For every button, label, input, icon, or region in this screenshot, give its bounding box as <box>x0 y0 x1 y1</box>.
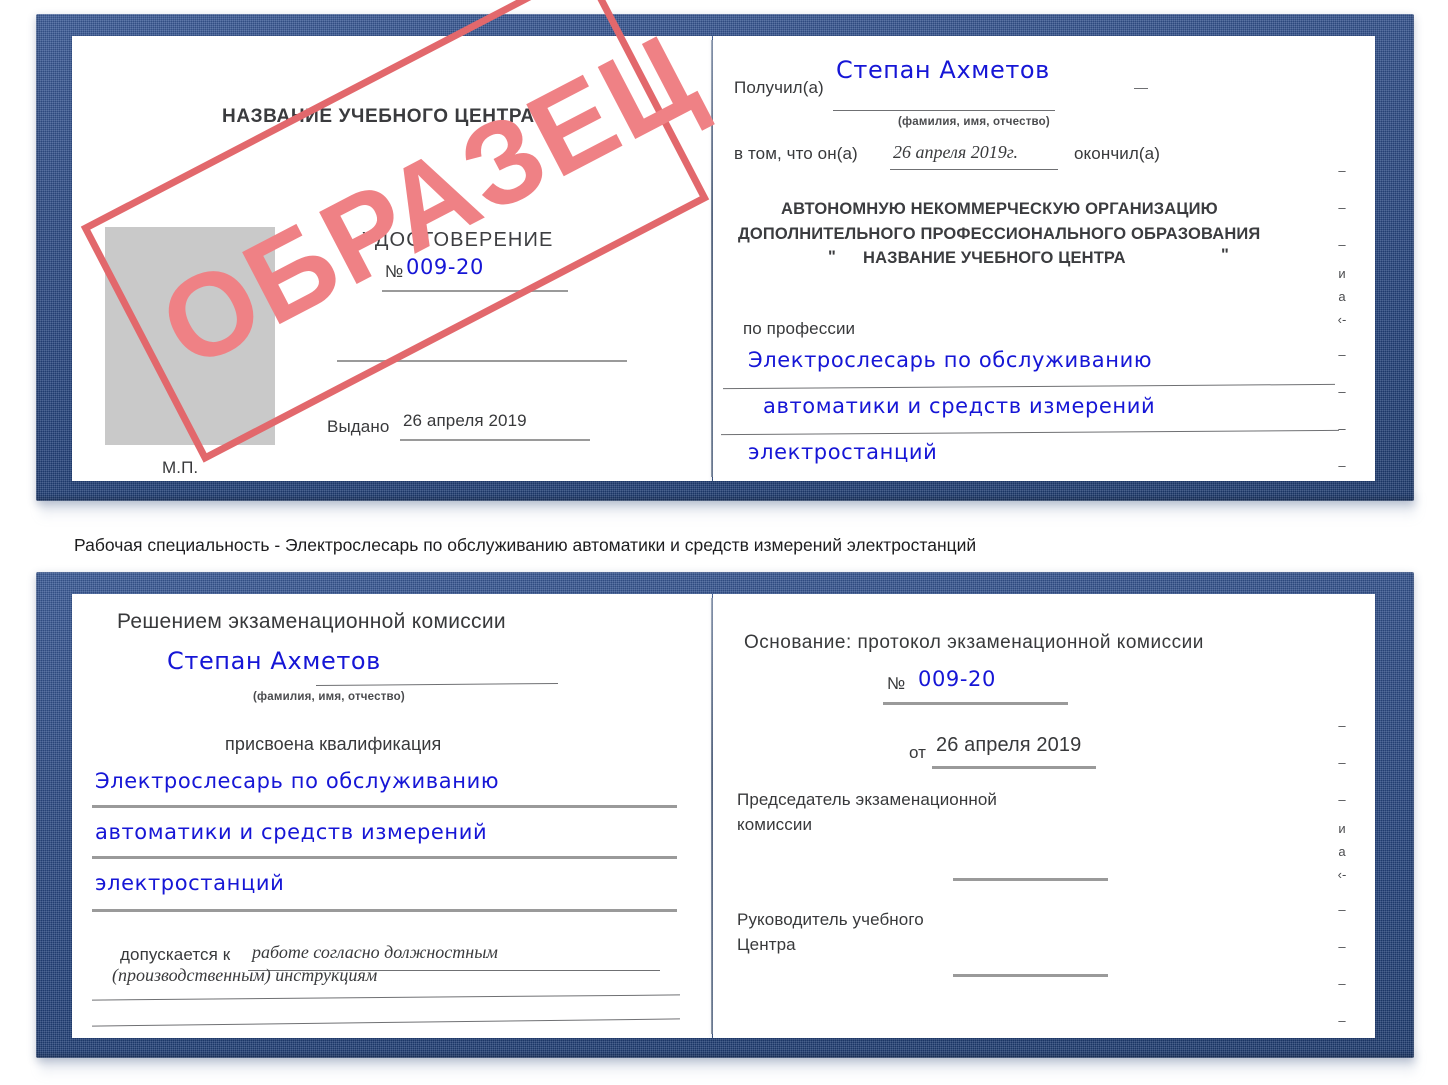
edge-mark: – <box>1338 200 1346 215</box>
caption-text: Рабочая специальность - Электрослесарь п… <box>74 535 977 555</box>
received-label-top: Получил(а) <box>734 78 824 97</box>
org-line-1: АВТОНОМНУЮ НЕКОММЕРЧЕСКУЮ ОРГАНИЗАЦИЮ <box>781 200 1218 218</box>
qualification-line-1: Электрослесарь по обслуживанию <box>95 769 500 793</box>
received-name-top: Степан Ахметов <box>836 56 1050 84</box>
commission-name-rule <box>315 682 559 687</box>
protocol-from-label: от <box>909 743 927 762</box>
protocol-number-label: № <box>887 674 906 693</box>
org-quote-close: " <box>1221 246 1229 264</box>
head-sign-rule <box>953 974 1108 977</box>
edge-mark: – <box>1338 458 1346 473</box>
edge-mark: и <box>1338 821 1346 836</box>
photo-placeholder <box>105 227 275 445</box>
number-rule-top <box>382 290 568 292</box>
org-line-2: ДОПОЛНИТЕЛЬНОГО ПРОФЕССИОНАЛЬНОГО ОБРАЗО… <box>738 225 1261 243</box>
qualification-rule-3 <box>92 909 677 912</box>
training-center-name-top: НАЗВАНИЕ УЧЕБНОГО ЦЕНТРА <box>222 106 535 127</box>
allowed-value-1: работе согласно должностным <box>252 942 498 962</box>
edge-mark: – <box>1338 902 1346 917</box>
edge-mark: – <box>1338 939 1346 954</box>
bottom-right-page: Основание: протокол экзаменационной коми… <box>713 594 1375 1038</box>
protocol-from-rule <box>932 766 1096 769</box>
commission-heading: Решением экзаменационной комиссии <box>117 610 506 633</box>
allowed-rule-3 <box>92 1018 680 1027</box>
in-that-date-top: 26 апреля 2019г. <box>893 142 1019 162</box>
qualification-line-2: автоматики и средств измерений <box>95 820 488 844</box>
qualification-rule-2 <box>92 856 677 859</box>
edge-mark: – <box>1338 1013 1346 1028</box>
protocol-number-rule <box>883 702 1068 705</box>
fio-hint-bottom: (фамилия, имя, отчество) <box>253 691 405 703</box>
basis-label: Основание: протокол экзаменационной коми… <box>744 632 1204 653</box>
profession-rule-1 <box>723 383 1335 390</box>
seal-label-top: М.П. <box>162 458 199 477</box>
received-rule-top-right <box>1134 88 1148 90</box>
protocol-number-value: 009-20 <box>918 667 996 691</box>
edge-mark: – <box>1338 163 1346 178</box>
allowed-rule-2 <box>92 994 680 1001</box>
edge-mark: – <box>1338 718 1346 733</box>
edge-mark: а <box>1338 844 1346 859</box>
received-rule-top <box>833 110 1055 112</box>
qualification-label: присвоена квалификация <box>225 734 442 754</box>
profession-line-3: электростанций <box>748 440 938 464</box>
profession-line-1: Электрослесарь по обслуживанию <box>748 348 1153 372</box>
org-quote-open: " <box>828 248 836 266</box>
bottom-left-page: Решением экзаменационной комиссии Степан… <box>72 594 712 1038</box>
profession-line-2: автоматики и средств измерений <box>763 394 1156 418</box>
in-that-rule-top <box>890 169 1058 171</box>
in-that-label-top: в том, что он(а) <box>734 144 858 163</box>
profession-rule-2 <box>721 429 1339 436</box>
edge-mark: – <box>1338 237 1346 252</box>
finished-label-top: окончил(а) <box>1074 144 1160 163</box>
allowed-value-2: (производственным) инструкциям <box>112 965 378 985</box>
allowed-label: допускается к <box>120 945 231 964</box>
chairman-line-1: Председатель экзаменационной <box>737 790 997 809</box>
edge-mark: – <box>1338 976 1346 991</box>
commission-name: Степан Ахметов <box>167 647 381 675</box>
head-line-1: Руководитель учебного <box>737 910 924 929</box>
edge-mark: ‹- <box>1337 867 1347 882</box>
qualification-rule-1 <box>92 805 677 808</box>
edge-mark: и <box>1338 266 1346 281</box>
edge-mark: – <box>1338 384 1346 399</box>
number-value-top: 009-20 <box>406 255 484 279</box>
blank-rule-top <box>337 360 627 362</box>
protocol-from-value: 26 апреля 2019 <box>936 734 1082 756</box>
number-label-top: № <box>385 262 404 281</box>
screenshot-root: НАЗВАНИЕ УЧЕБНОГО ЦЕНТРА УДОСТОВЕРЕНИЕ №… <box>0 0 1448 1085</box>
top-edge-marks: – – – и а ‹- – – – – <box>1329 164 1355 472</box>
issued-value-top: 26 апреля 2019 <box>403 411 527 430</box>
certificate-title-top: УДОСТОВЕРЕНИЕ <box>362 229 554 251</box>
head-line-2: Центра <box>737 935 796 954</box>
edge-mark: – <box>1338 421 1346 436</box>
qualification-line-3: электростанций <box>95 871 285 895</box>
edge-mark: – <box>1338 792 1346 807</box>
top-left-page: НАЗВАНИЕ УЧЕБНОГО ЦЕНТРА УДОСТОВЕРЕНИЕ №… <box>72 36 712 481</box>
org-line-3: НАЗВАНИЕ УЧЕБНОГО ЦЕНТРА <box>863 249 1126 267</box>
chairman-sign-rule <box>953 878 1108 881</box>
top-right-page: Получил(а) Степан Ахметов (фамилия, имя,… <box>713 36 1375 481</box>
bottom-edge-marks: – – – и а ‹- – – – – <box>1329 719 1355 1027</box>
chairman-line-2: комиссии <box>737 815 813 834</box>
issued-rule-top <box>400 439 590 441</box>
issued-label-top: Выдано <box>327 417 390 436</box>
fio-hint-top: (фамилия, имя, отчество) <box>898 116 1050 128</box>
edge-mark: а <box>1338 289 1346 304</box>
edge-mark: – <box>1338 347 1346 362</box>
edge-mark: – <box>1338 755 1346 770</box>
edge-mark: ‹- <box>1337 312 1347 327</box>
profession-label-top: по профессии <box>743 319 856 338</box>
